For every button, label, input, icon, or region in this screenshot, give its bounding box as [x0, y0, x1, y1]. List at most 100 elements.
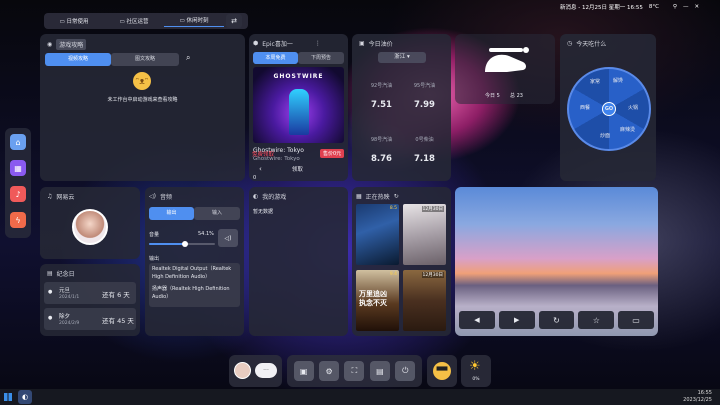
- volume-slider[interactable]: [149, 241, 215, 247]
- memorial-item[interactable]: ● 元旦 2024/1/1 还有 6 天: [44, 282, 136, 304]
- sleepy-emoji-icon: ᵔᴥᵔ: [133, 72, 151, 90]
- clock-time: 16:55: [697, 390, 712, 396]
- guide-empty-text: 未工作台中启动游戏来查看攻略: [107, 97, 178, 103]
- tab-leisure[interactable]: ▭ 休闲时刻: [164, 16, 224, 27]
- this-week-tab[interactable]: 本周免费: [253, 52, 298, 64]
- volume-thumb[interactable]: [181, 241, 188, 247]
- video-guide-tab[interactable]: 视频攻略: [45, 53, 111, 66]
- memorial-name: 除夕: [59, 314, 71, 320]
- movie-score: 9.4: [389, 272, 397, 277]
- sun-icon[interactable]: ☀: [469, 359, 481, 374]
- bullet-icon: ●: [48, 315, 53, 321]
- go-button[interactable]: GO: [602, 102, 616, 116]
- wheel-item: 解馋: [613, 78, 624, 84]
- output-device-item[interactable]: 扬声器（Realtek High Definition Audio）: [152, 285, 237, 301]
- epic-nav: ‹ 领取: [249, 161, 348, 177]
- game-cover-image[interactable]: GHOSTWIRE: [253, 67, 344, 143]
- windows-start-icon[interactable]: [4, 393, 12, 401]
- oil-price: 8.76: [371, 154, 392, 164]
- star-icon[interactable]: ☆: [578, 311, 615, 329]
- album-avatar[interactable]: [72, 209, 108, 245]
- output-tab[interactable]: 输出: [149, 207, 194, 220]
- chat-bubble-icon[interactable]: ···: [255, 363, 277, 378]
- switch-icon[interactable]: ⇄: [226, 14, 242, 28]
- bag-icon[interactable]: ▣: [293, 361, 314, 381]
- region-select[interactable]: 浙江 ▾: [378, 52, 426, 63]
- pin-icon[interactable]: ⚲: [673, 4, 677, 10]
- weather-temp: 8°C: [648, 4, 659, 10]
- photo-panel[interactable]: ◀ ▶ ↻ ☆ ▭: [455, 187, 658, 336]
- monitor-icon: ▭: [119, 19, 125, 25]
- movie-poster-title: 万里追凶 执念不灭: [359, 290, 387, 307]
- next-icon[interactable]: ▶: [498, 311, 535, 329]
- movie-poster[interactable]: 12月30日: [403, 270, 446, 331]
- monitor-icon[interactable]: ▭: [618, 311, 654, 329]
- music-icon[interactable]: ♪: [10, 186, 26, 202]
- movie-date: 12月30日: [421, 206, 444, 212]
- output-device-list[interactable]: Realtek Digital Output（Realtek High Defi…: [149, 263, 240, 307]
- oil-price: 7.99: [414, 100, 435, 110]
- prev-arrow-icon[interactable]: ‹: [259, 165, 262, 173]
- apps-icon[interactable]: ▦: [10, 160, 26, 176]
- food-wheel-panel: ◷ 今天吃什么 解馋 火锅 麻辣烫 炒面 西餐 家常 GO: [560, 34, 656, 181]
- app-taskbar-icon[interactable]: ◐: [18, 390, 32, 404]
- movie-poster[interactable]: 9.4 万里追凶 执念不灭: [356, 270, 399, 331]
- user-avatar[interactable]: [234, 362, 251, 379]
- movie-score: 8.5: [389, 206, 397, 211]
- wheel-item: 家常: [590, 79, 601, 85]
- fullscreen-icon[interactable]: ⛶: [344, 361, 365, 381]
- panel-header: ▣ 今日油价: [359, 39, 393, 48]
- photo-controls: ◀ ▶ ↻ ☆ ▭: [459, 311, 654, 331]
- refresh-icon[interactable]: ↻: [394, 193, 399, 200]
- panel-title: 网易云: [56, 194, 75, 201]
- close-icon[interactable]: ✕: [694, 4, 699, 10]
- refresh-icon[interactable]: ↻: [538, 311, 575, 329]
- panel-title: 今天吃什么: [576, 41, 607, 48]
- panel-title: Epic喜加一: [262, 41, 293, 48]
- volume-fill: [149, 243, 185, 245]
- sunglasses-emoji-icon[interactable]: ▀▀: [433, 362, 451, 380]
- tab-bar: ▭ 日常使用 ▭ 社区运营 ▭ 休闲时刻: [44, 13, 248, 29]
- panel-header: ▦ 正在热映 ↻: [356, 192, 399, 201]
- movie-poster[interactable]: 12月30日: [403, 204, 446, 265]
- tab-label: 休闲时刻: [186, 17, 209, 24]
- search-icon[interactable]: ⌕: [186, 53, 190, 63]
- receive-button[interactable]: 领取: [292, 165, 303, 173]
- epic-icon: ⬢: [253, 40, 259, 47]
- panel-header: ◐ 我的游戏: [253, 192, 286, 201]
- volume-value: 54.1%: [198, 231, 214, 237]
- text-guide-tab[interactable]: 图文攻略: [111, 53, 179, 66]
- calendar-icon: ▣: [359, 40, 365, 47]
- flash-icon[interactable]: ϟ: [10, 212, 26, 228]
- input-tab[interactable]: 输入: [194, 207, 240, 220]
- speaker-toggle-icon[interactable]: ◁): [218, 229, 238, 247]
- output-device-item[interactable]: Realtek Digital Output（Realtek High Defi…: [152, 265, 237, 281]
- more-icon[interactable]: ⋮: [315, 40, 321, 47]
- movies-panel: ▦ 正在热映 ↻ 8.5 12月30日 9.4 万里追凶 执念不灭 12月30日: [352, 187, 451, 336]
- window-icon[interactable]: ▤: [369, 361, 390, 381]
- tab-community[interactable]: ▭ 社区运营: [104, 17, 164, 25]
- memorial-remain: 还有 6 天: [102, 291, 130, 299]
- movie-poster[interactable]: 8.5: [356, 204, 399, 265]
- wheel-item: 炒面: [600, 133, 611, 139]
- oil-label: 92号汽油: [370, 83, 393, 89]
- status-bar: 新消息 - 12月25日 星期一 16:55 8°C ⚲ — ✕: [560, 3, 699, 11]
- hand-logo-icon: [485, 47, 529, 72]
- minimize-icon[interactable]: —: [683, 4, 689, 10]
- panel-title: 游戏攻略: [56, 39, 87, 50]
- dock-chat: ···: [229, 355, 282, 387]
- clock-icon: ◷: [567, 40, 573, 47]
- power-icon[interactable]: ⏻: [395, 361, 416, 381]
- next-week-tab[interactable]: 下周预告: [298, 52, 344, 64]
- movie-date: 12月30日: [421, 272, 444, 278]
- monitor-icon: ▭: [59, 19, 65, 25]
- gear-icon[interactable]: ⚙: [319, 361, 340, 381]
- epic-panel: ⬢ Epic喜加一 ⋮ 本周免费 下周预告 GHOSTWIRE Ghostwire:…: [249, 34, 348, 181]
- wheel-item: 西餐: [580, 105, 591, 111]
- prev-icon[interactable]: ◀: [459, 311, 495, 329]
- memorial-item[interactable]: ● 除夕 2024/2/9 还有 45 天: [44, 308, 136, 330]
- home-icon[interactable]: ⌂: [10, 134, 26, 150]
- oil-price: 7.18: [414, 154, 435, 164]
- eye-icon: ◉: [47, 41, 53, 48]
- tab-daily[interactable]: ▭ 日常使用: [44, 17, 104, 25]
